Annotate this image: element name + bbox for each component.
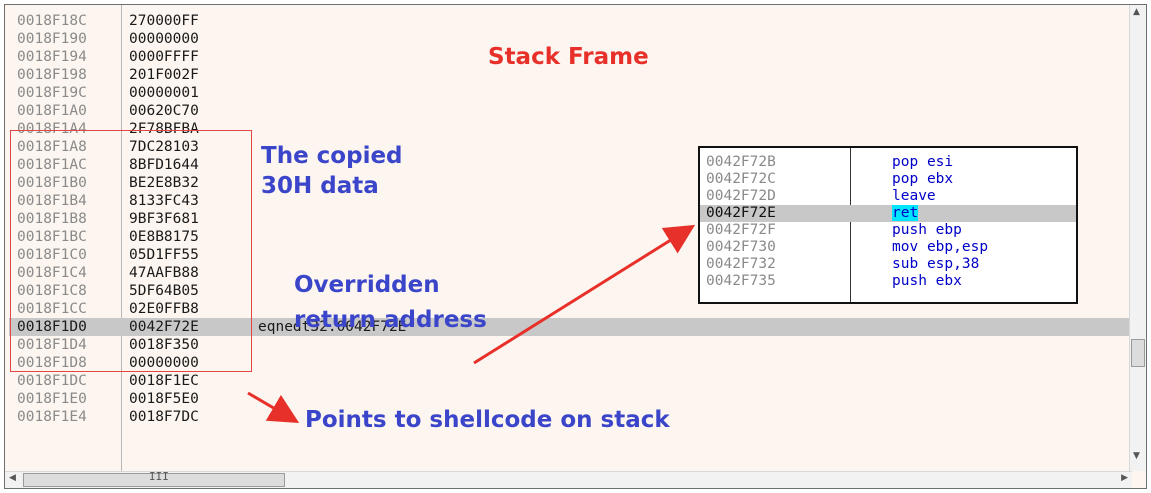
return-address-arrow — [473, 224, 696, 365]
shellcode-arrow — [247, 391, 300, 424]
annotation-arrows — [247, 224, 696, 424]
